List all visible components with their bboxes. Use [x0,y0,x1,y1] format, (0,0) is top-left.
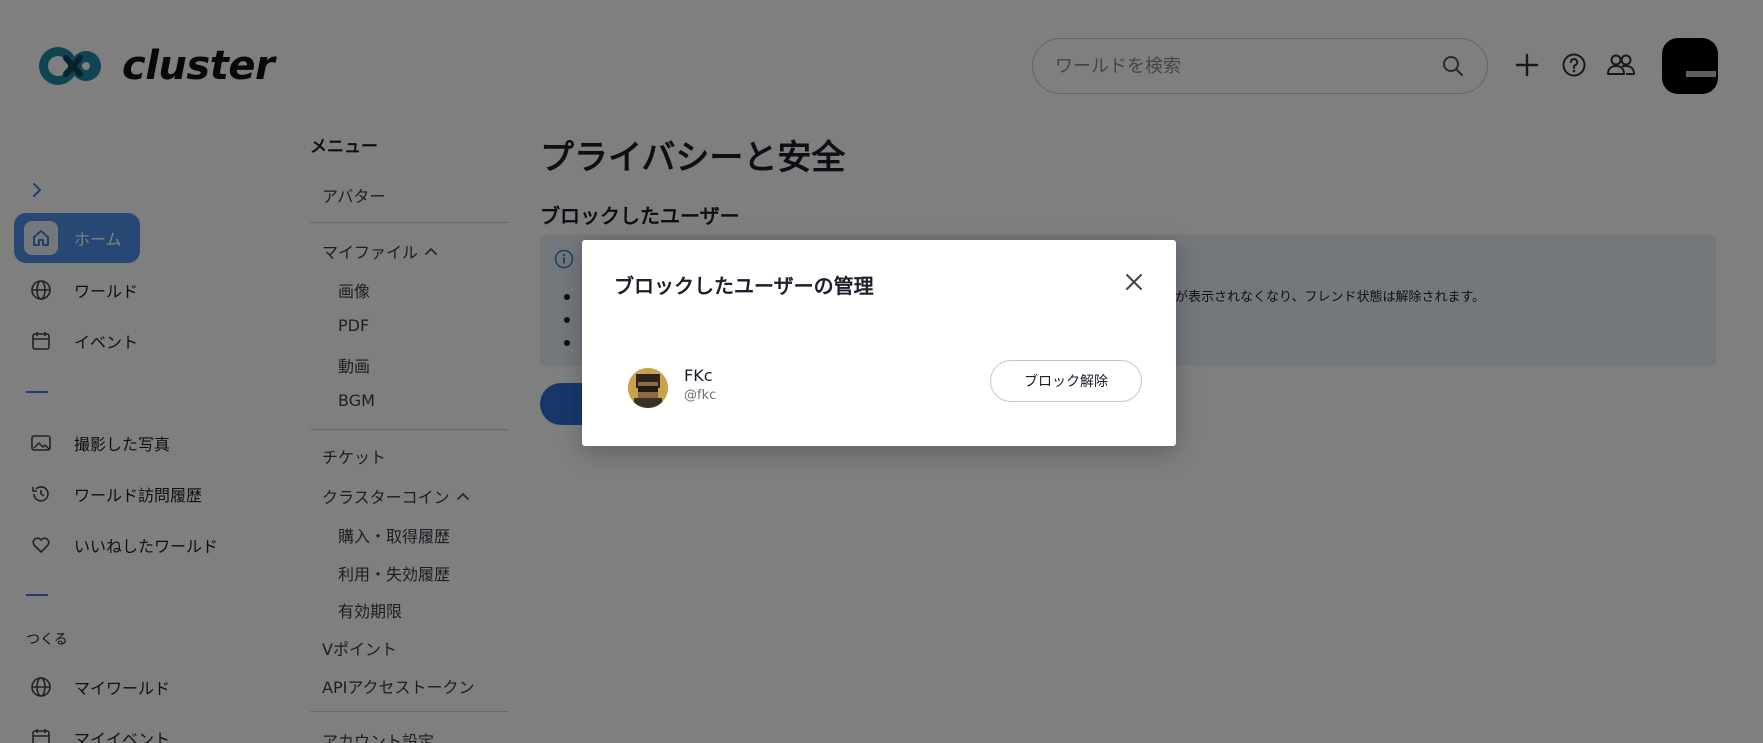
blocked-users-dialog: ブロックしたユーザーの管理 FKc @fkc ブロック解除 [582,240,1176,446]
user-name: FKc [684,366,713,385]
user-handle: @fkc [684,388,717,403]
unblock-button[interactable]: ブロック解除 [990,360,1142,402]
dialog-title: ブロックしたユーザーの管理 [614,274,874,298]
close-icon[interactable] [1122,270,1146,294]
blocked-user-row: FKc @fkc ブロック解除 [628,360,1142,414]
avatar [628,368,668,408]
